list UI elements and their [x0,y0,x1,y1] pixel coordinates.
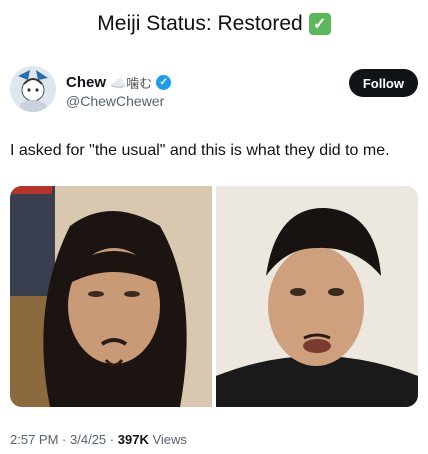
post-caption: Meiji Status: Restored ✓ [0,12,428,36]
meta-sep: · [62,432,67,447]
tweet-media [10,186,418,407]
views-count: 397K [117,432,149,447]
tweet-time[interactable]: 2:57 PM [10,432,58,447]
avatar[interactable] [10,66,56,112]
tweet-meta: 2:57 PM · 3/4/25 · 397K Views [10,432,187,447]
tweet-date[interactable]: 3/4/25 [70,432,106,447]
meta-sep: · [109,432,115,447]
tweet-text: I asked for "the usual" and this is what… [10,142,390,159]
caption-text: Meiji Status: Restored [97,12,303,35]
views-label: Views [152,432,187,447]
display-name[interactable]: Chew [66,74,106,91]
follow-button[interactable]: Follow [348,69,418,97]
photo-after[interactable] [216,186,418,407]
tweet-header: Chew ☁️噛む ✓ @ChewChewer Follow [10,66,418,116]
user-handle[interactable]: @ChewChewer [66,93,164,109]
check-mark-button-icon: ✓ [308,13,331,35]
display-name-line: Chew ☁️噛む ✓ [66,73,172,92]
name-suffix: ☁️噛む [110,76,153,91]
verified-badge-icon: ✓ [156,75,172,90]
photo-before[interactable] [10,186,212,407]
